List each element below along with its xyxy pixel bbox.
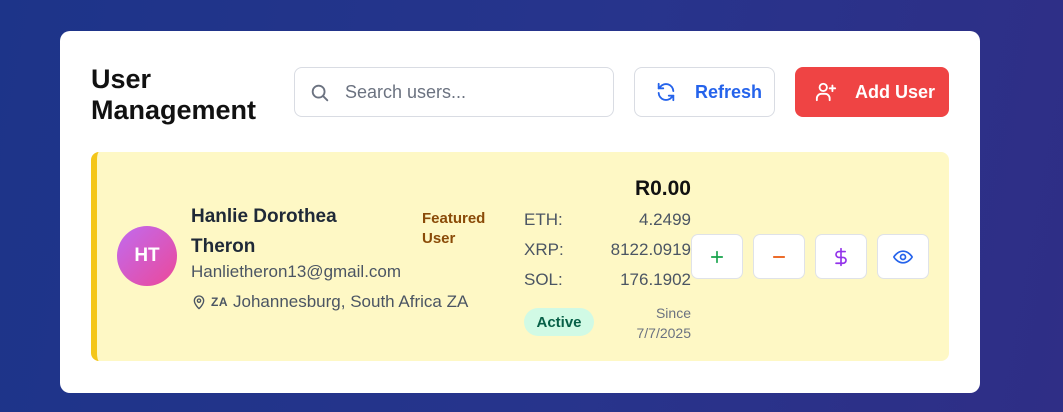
page-title: User Management bbox=[91, 64, 257, 125]
crypto-amount: 4.2499 bbox=[639, 210, 691, 229]
minus-icon bbox=[772, 255, 786, 258]
crypto-symbol: ETH: bbox=[524, 210, 563, 229]
dollar-icon bbox=[835, 247, 847, 266]
refresh-label: Refresh bbox=[695, 81, 763, 102]
since-date: 7/7/2025 bbox=[636, 325, 692, 341]
crypto-row-xrp: XRP: 8122.0919 bbox=[524, 240, 691, 260]
search-icon bbox=[311, 84, 329, 102]
refresh-icon bbox=[657, 82, 675, 102]
crypto-amount: 176.1902 bbox=[620, 270, 691, 289]
dollar-button[interactable] bbox=[815, 234, 867, 279]
plus-icon bbox=[710, 250, 724, 263]
status-badge: Active bbox=[524, 308, 594, 336]
user-name: Hanlie Dorothea Theron bbox=[191, 206, 337, 257]
member-since: Since 7/7/2025 bbox=[597, 303, 692, 343]
search-box[interactable] bbox=[294, 67, 614, 117]
user-card: HT Hanlie Dorothea Theron Featured User … bbox=[91, 152, 949, 361]
since-label: Since bbox=[655, 305, 691, 321]
crypto-row-sol: SOL: 176.1902 bbox=[524, 270, 691, 290]
crypto-amount: 8122.0919 bbox=[610, 240, 691, 259]
map-pin-icon bbox=[193, 295, 205, 310]
add-user-label: Add User bbox=[855, 81, 936, 102]
user-location: ZA Johannesburg, South Africa ZA bbox=[191, 292, 468, 312]
user-plus-icon bbox=[815, 82, 837, 102]
location-text: Johannesburg, South Africa ZA bbox=[233, 292, 469, 311]
refresh-button[interactable]: Refresh bbox=[634, 67, 775, 117]
avatar: HT bbox=[117, 226, 177, 286]
eye-icon bbox=[893, 249, 913, 264]
remove-funds-button[interactable] bbox=[753, 234, 805, 279]
crypto-symbol: XRP: bbox=[524, 240, 564, 259]
view-user-button[interactable] bbox=[877, 234, 929, 279]
user-management-panel: User Management Refresh Add User HT Hanl… bbox=[60, 31, 980, 393]
crypto-row-eth: ETH: 4.2499 bbox=[524, 210, 691, 230]
country-code: ZA bbox=[211, 295, 228, 309]
search-input[interactable] bbox=[345, 78, 600, 106]
add-user-button[interactable]: Add User bbox=[795, 67, 949, 117]
balance: R0.00 bbox=[634, 177, 691, 200]
user-email: Hanlietheron13@gmail.com bbox=[191, 262, 402, 281]
add-funds-button[interactable] bbox=[691, 234, 743, 279]
crypto-symbol: SOL: bbox=[524, 270, 563, 289]
featured-user-badge: Featured User bbox=[422, 210, 486, 247]
